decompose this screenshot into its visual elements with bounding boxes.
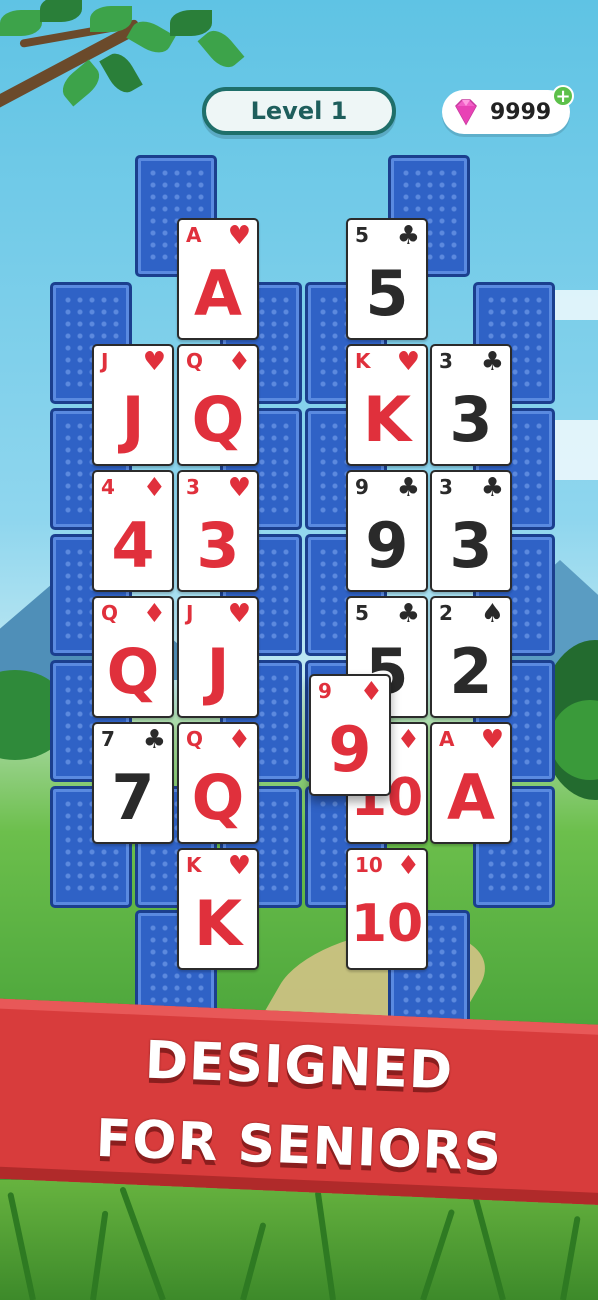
card-suit-icon: ♥	[480, 725, 504, 755]
playing-card[interactable]: 3 ♣ 3	[430, 344, 512, 466]
card-suit-icon: ♣	[396, 473, 420, 503]
leaf	[90, 6, 132, 32]
playing-card[interactable]: K ♥ K	[346, 344, 428, 466]
card-rank: J	[121, 383, 145, 456]
playing-card[interactable]: Q ♦ Q	[177, 722, 259, 844]
card-corner-rank: Q	[186, 727, 204, 751]
card-rank: 3	[449, 509, 493, 582]
playing-card[interactable]: A ♥ A	[177, 218, 259, 340]
pink-diamond-icon	[455, 99, 477, 126]
card-rank: J	[206, 635, 230, 708]
card-rank: 5	[365, 257, 409, 330]
level-indicator: Level 1	[202, 87, 396, 135]
card-rank: 2	[449, 635, 493, 708]
card-suit-icon: ♦	[227, 725, 251, 755]
playing-card[interactable]: 7 ♣ 7	[92, 722, 174, 844]
card-corner-rank: Q	[101, 601, 119, 625]
card-rank: Q	[191, 383, 245, 456]
card-suit-icon: ♦	[142, 473, 166, 503]
playing-card[interactable]: 3 ♥ 3	[177, 470, 259, 592]
card-suit-icon: ♦	[359, 677, 383, 707]
playing-card[interactable]: A ♥ A	[430, 722, 512, 844]
card-rank: Q	[106, 635, 160, 708]
card-rank: A	[447, 761, 495, 834]
card-corner-rank: 9	[355, 475, 369, 499]
card-corner-rank: Q	[186, 349, 204, 373]
playing-card[interactable]: 4 ♦ 4	[92, 470, 174, 592]
card-suit-icon: ♥	[227, 221, 251, 251]
playing-card[interactable]: J ♥ J	[92, 344, 174, 466]
playing-card[interactable]: 3 ♣ 3	[430, 470, 512, 592]
card-rank: 9	[328, 713, 372, 786]
card-corner-rank: K	[186, 853, 202, 877]
card-rank: 3	[449, 383, 493, 456]
card-corner-rank: 3	[186, 475, 200, 499]
leaf	[0, 10, 42, 36]
card-suit-icon: ♥	[227, 599, 251, 629]
card-rank: A	[194, 257, 242, 330]
game-scene: Level 1 9999 + A ♥ A 5 ♣ 5 J ♥ J Q ♦ Q K ♥ K 3 ♣ 3 4…	[0, 0, 598, 1300]
card-corner-rank: A	[186, 223, 202, 247]
card-corner-rank: 3	[439, 475, 453, 499]
card-rank: 7	[111, 761, 155, 834]
card-suit-icon: ♦	[396, 725, 420, 755]
card-rank: 3	[196, 509, 240, 582]
card-suit-icon: ♠	[480, 599, 504, 629]
card-suit-icon: ♦	[396, 851, 420, 881]
card-rank: K	[362, 383, 412, 456]
leaf	[170, 10, 212, 36]
card-rank: Q	[191, 761, 245, 834]
leaf	[99, 48, 143, 98]
card-corner-rank: 5	[355, 601, 369, 625]
playing-card[interactable]: 9 ♣ 9	[346, 470, 428, 592]
card-suit-icon: ♣	[396, 599, 420, 629]
playing-card-dragged[interactable]: 9 ♦ 9	[309, 674, 391, 796]
card-corner-rank: 9	[318, 679, 332, 703]
card-corner-rank: 3	[439, 349, 453, 373]
card-corner-rank: 7	[101, 727, 115, 751]
playing-card[interactable]: 10 ♦ 10	[346, 848, 428, 970]
card-corner-rank: J	[101, 349, 109, 373]
card-corner-rank: K	[355, 349, 371, 373]
gem-count: 9999	[490, 99, 552, 125]
leaf	[40, 0, 82, 22]
level-label: Level 1	[250, 97, 348, 125]
card-rank: K	[193, 887, 243, 960]
gem-counter[interactable]: 9999	[442, 90, 570, 134]
card-corner-rank: 2	[439, 601, 453, 625]
playing-card[interactable]: 2 ♠ 2	[430, 596, 512, 718]
card-suit-icon: ♣	[142, 725, 166, 755]
card-suit-icon: ♥	[396, 347, 420, 377]
card-corner-rank: A	[439, 727, 455, 751]
card-suit-icon: ♦	[142, 599, 166, 629]
playing-card[interactable]: Q ♦ Q	[92, 596, 174, 718]
playing-card[interactable]: K ♥ K	[177, 848, 259, 970]
card-suit-icon: ♣	[480, 347, 504, 377]
card-rank: 4	[111, 509, 155, 582]
card-suit-icon: ♣	[480, 473, 504, 503]
card-corner-rank: J	[186, 601, 194, 625]
card-suit-icon: ♣	[396, 221, 420, 251]
card-rank: 10	[350, 894, 424, 954]
plus-icon[interactable]: +	[552, 85, 574, 107]
card-corner-rank: 5	[355, 223, 369, 247]
card-suit-icon: ♥	[227, 851, 251, 881]
card-suit-icon: ♦	[227, 347, 251, 377]
playing-card[interactable]: 5 ♣ 5	[346, 218, 428, 340]
card-suit-icon: ♥	[227, 473, 251, 503]
card-suit-icon: ♥	[142, 347, 166, 377]
playing-card[interactable]: J ♥ J	[177, 596, 259, 718]
card-corner-rank: 4	[101, 475, 115, 499]
card-corner-rank: 10	[355, 853, 383, 877]
card-rank: 9	[365, 509, 409, 582]
playing-card[interactable]: Q ♦ Q	[177, 344, 259, 466]
